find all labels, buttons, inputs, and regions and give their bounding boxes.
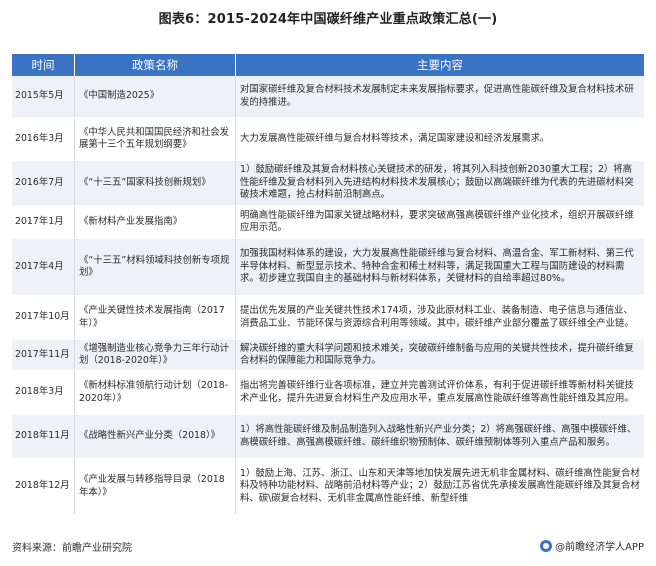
- table-row: 2016年7月 《“十三五”国家科技创新规划》 1）鼓励碳纤维及其复合材料核心关…: [12, 161, 644, 206]
- cell-content: 对国家碳纤维及复合材料技术发展制定未来发展指标要求，促进高性能碳纤维及复合材料技…: [240, 84, 634, 108]
- table-row: 2017年1月 《新材料产业发展指南》 明确高性能碳纤维为国家关键战略材料，要求…: [12, 206, 644, 239]
- cell-policy-name: 《中国制造2025》: [75, 76, 236, 117]
- source-note: 资料来源：前瞻产业研究院: [12, 543, 132, 554]
- header-time: 时间: [12, 54, 75, 76]
- cell-content: 1）鼓励上海、江苏、浙江、山东和天津等地加快发展先进无机非金属材料、碳纤维高性能…: [240, 467, 640, 504]
- cell-policy-name: 《产业关键性技术发展指南（2017年）》: [75, 296, 236, 339]
- brand-logo-icon: [540, 539, 553, 552]
- table-row: 2016年3月 《中华人民共和国国民经济和社会发展第十三个五年规划纲要》 大力发…: [12, 118, 644, 161]
- cell-policy-name: 《产业发展与转移指导目录（2018年本）》: [75, 459, 236, 514]
- cell-content: 解决碳纤维的重大科学问题和技术难关，突破碳纤维制备与应用的关键共性技术，提升碳纤…: [240, 342, 634, 366]
- table-row: 2017年4月 《“十三五”材料领域科技创新专项规划》 加强我国材料体系的建设，…: [12, 239, 644, 296]
- cell-time: 2015年5月: [12, 76, 75, 117]
- cell-policy-name: 《“十三五”国家科技创新规划》: [75, 161, 236, 205]
- cell-policy-name: 《新材料标准领航行动计划（2018-2020年）》: [75, 371, 236, 414]
- page-title: 图表6：2015-2024年中国碳纤维产业重点政策汇总(一): [158, 12, 498, 27]
- cell-time: 2017年11月: [12, 340, 75, 370]
- cell-content: 1）将高性能碳纤维及制品制造列入战略性新兴产业分类；2）将高强碳纤维、高强中模碳…: [240, 424, 637, 448]
- cell-time: 2018年11月: [12, 415, 75, 458]
- brand-text: @前瞻经济学人APP: [555, 542, 644, 553]
- table-row: 2018年3月 《新材料标准领航行动计划（2018-2020年）》 指出将完善碳…: [12, 371, 644, 415]
- cell-policy-name: 《增强制造业核心竞争力三年行动计划（2018-2020年）》: [75, 340, 236, 370]
- cell-time: 2017年4月: [12, 239, 75, 295]
- cell-policy-name: 《战略性新兴产业分类（2018）》: [75, 415, 236, 458]
- cell-time: 2016年3月: [12, 118, 75, 160]
- table-row: 2017年10月 《产业关键性技术发展指南（2017年）》 提出优先发展的产业关…: [12, 296, 644, 340]
- cell-time: 2018年12月: [12, 459, 75, 514]
- cell-time: 2017年1月: [12, 206, 75, 238]
- cell-content: 提出优先发展的产业关键共性技术174项，涉及此原材料工业、装备制造、电子信息与通…: [240, 305, 634, 329]
- cell-time: 2017年10月: [12, 296, 75, 339]
- cell-content: 1）鼓励碳纤维及其复合材料核心关键技术的研发，将其列入科技创新2030重大工程；…: [240, 164, 634, 201]
- table-header: 时间 政策名称 主要内容: [12, 54, 644, 76]
- cell-policy-name: 《“十三五”材料领域科技创新专项规划》: [75, 239, 236, 295]
- cell-content: 明确高性能碳纤维为国家关键战略材料，要求突破高强高模碳纤维产业化技术，组织开展碳…: [240, 209, 634, 233]
- brand-credit: @前瞻经济学人APP: [540, 538, 644, 553]
- cell-time: 2018年3月: [12, 371, 75, 414]
- table-row: 2015年5月 《中国制造2025》 对国家碳纤维及复合材料技术发展制定未来发展…: [12, 76, 644, 118]
- policy-table: 时间 政策名称 主要内容 2015年5月 《中国制造2025》 对国家碳纤维及复…: [12, 54, 644, 515]
- header-content: 主要内容: [417, 58, 463, 72]
- cell-content: 大力发展高性能碳纤维与复合材料等技术，满足国家建设和经济发展需求。: [240, 132, 550, 144]
- table-row: 2018年11月 《战略性新兴产业分类（2018）》 1）将高性能碳纤维及制品制…: [12, 415, 644, 459]
- table-row: 2018年12月 《产业发展与转移指导目录（2018年本）》 1）鼓励上海、江苏…: [12, 459, 644, 515]
- cell-time: 2016年7月: [12, 161, 75, 205]
- cell-content: 指出将完善碳纤维行业各项标准，建立并完善测试评价体系，有利于促进碳纤维等新材料关…: [240, 380, 634, 404]
- header-policy-name: 政策名称: [75, 54, 236, 76]
- cell-policy-name: 《新材料产业发展指南》: [75, 206, 236, 238]
- table-row: 2017年11月 《增强制造业核心竞争力三年行动计划（2018-2020年）》 …: [12, 340, 644, 371]
- cell-content: 加强我国材料体系的建设，大力发展高性能碳纤维与复合材料、高温合金、军工新材料、第…: [240, 248, 634, 285]
- cell-policy-name: 《中华人民共和国国民经济和社会发展第十三个五年规划纲要》: [75, 118, 236, 160]
